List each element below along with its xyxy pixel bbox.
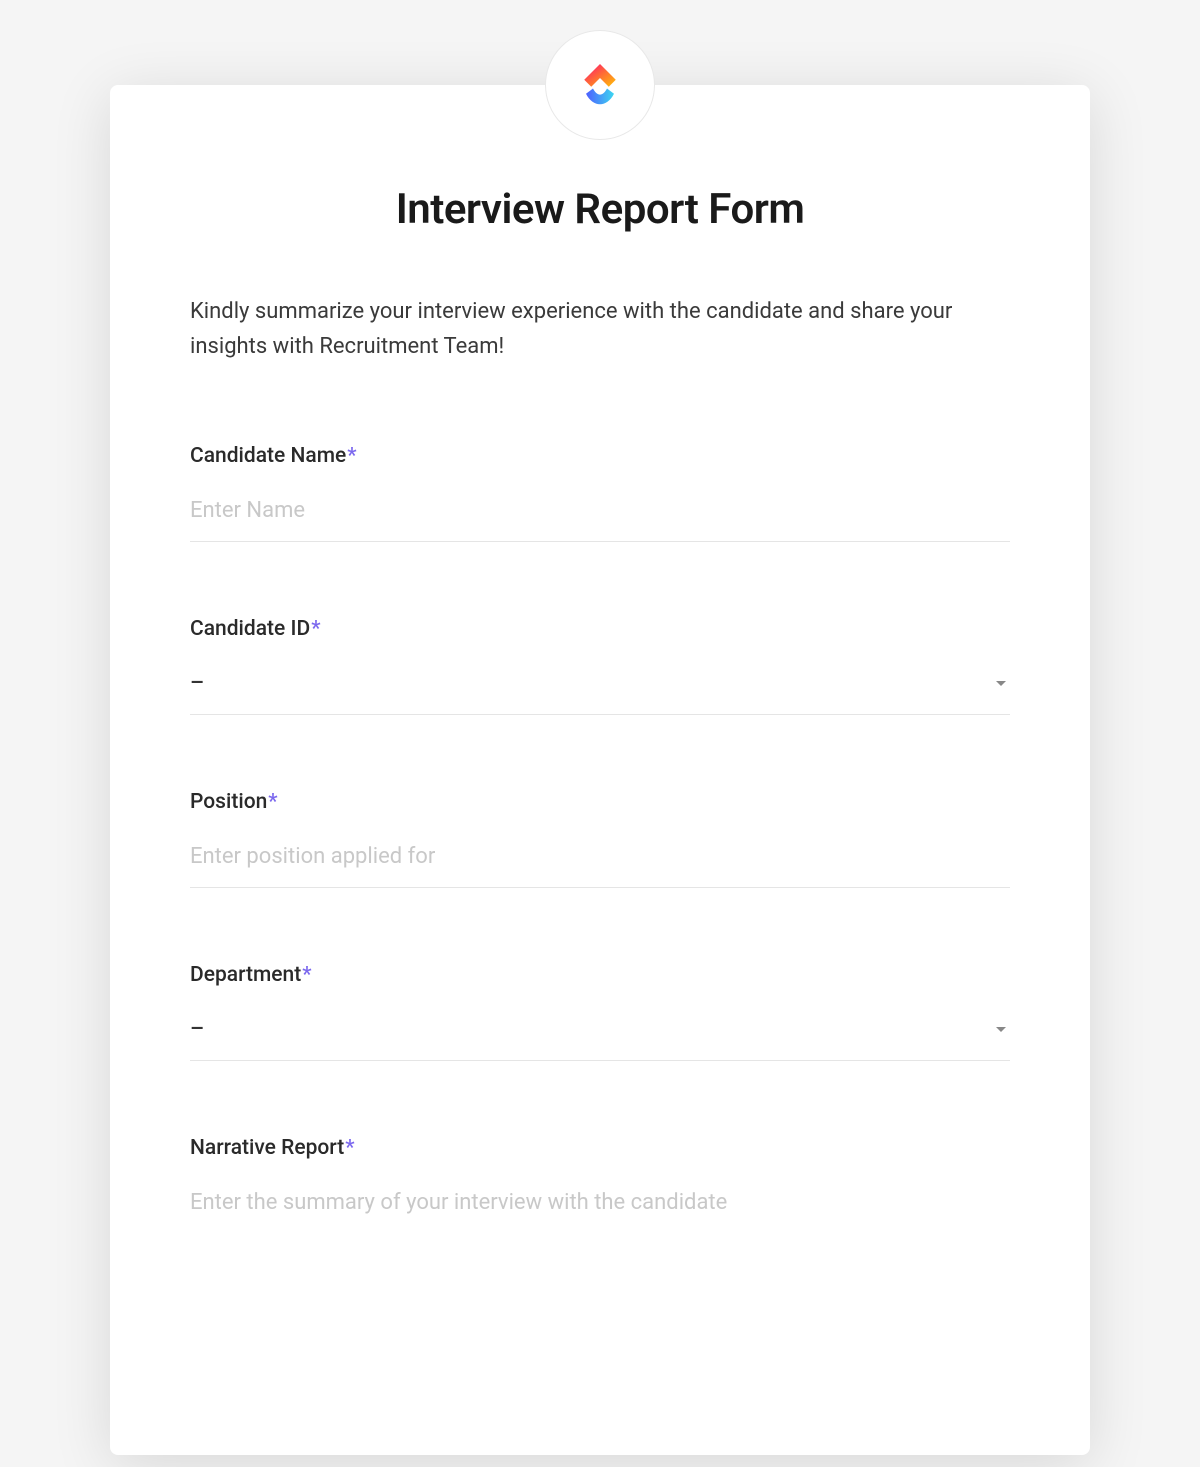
candidate-id-label: Candidate ID* [190, 617, 1010, 641]
chevron-down-icon [996, 681, 1006, 686]
narrative-report-label: Narrative Report* [190, 1136, 1010, 1160]
position-input[interactable] [190, 836, 1010, 888]
candidate-name-field: Candidate Name* [180, 444, 1020, 542]
logo-container [545, 30, 655, 140]
narrative-report-input[interactable] [190, 1182, 1010, 1258]
candidate-id-field: Candidate ID* – [180, 617, 1020, 715]
required-mark: * [345, 1136, 354, 1160]
department-value: – [190, 1017, 204, 1042]
required-mark: * [268, 790, 277, 814]
required-mark: * [311, 617, 320, 641]
required-mark: * [347, 444, 356, 468]
candidate-name-input[interactable] [190, 490, 1010, 542]
candidate-id-select[interactable]: – [190, 663, 1010, 715]
candidate-name-label: Candidate Name* [190, 444, 1010, 468]
narrative-report-field: Narrative Report* [180, 1136, 1020, 1262]
department-select[interactable]: – [190, 1009, 1010, 1061]
position-label: Position* [190, 790, 1010, 814]
form-card: Interview Report Form Kindly summarize y… [110, 85, 1090, 1455]
candidate-id-value: – [190, 671, 204, 696]
required-mark: * [302, 963, 311, 987]
form-title: Interview Report Form [180, 185, 1020, 234]
department-field: Department* – [180, 963, 1020, 1061]
clickup-logo-icon [572, 57, 628, 113]
chevron-down-icon [996, 1027, 1006, 1032]
position-field: Position* [180, 790, 1020, 888]
form-description: Kindly summarize your interview experien… [180, 294, 1020, 364]
department-label: Department* [190, 963, 1010, 987]
